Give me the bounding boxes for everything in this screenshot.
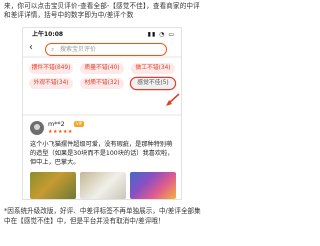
tag-quality-good[interactable]: 质量不错(40) [80, 63, 124, 74]
review-photo[interactable] [30, 172, 76, 199]
phone-screenshot: 上午10:08 ▮▮ ◔ ▭ ‹ ⌕ 搜索宝贝评价 摆件不错(849) 质量不错… [22, 27, 182, 200]
review-text: 这个小飞猫摆件超级可爱，没有瑕疵，是那种特别萌的造型（如果是30块而不是100块… [30, 141, 174, 166]
search-icon: ⌕ [51, 46, 55, 53]
red-arrow-icon [166, 93, 180, 106]
instruction-text: 来，你可以点击宝贝评价-查看全部-【感觉不佳】，查看商家的中评和差评详情，括号中… [4, 2, 200, 19]
search-placeholder: 搜索宝贝评价 [60, 46, 97, 53]
status-bar: 上午10:08 ▮▮ ◔ ▭ [23, 28, 181, 41]
review-photo[interactable] [80, 172, 126, 199]
avatar[interactable] [30, 121, 44, 135]
review-photos [30, 172, 176, 199]
status-time: 上午10:08 [32, 31, 64, 38]
system-upgrade-note: *因系统升级改版，好评、中差评标签不再单独展示，中/差评全部集中在【感觉不佳】中… [4, 207, 201, 225]
page: 来，你可以点击宝贝评价-查看全部-【感觉不佳】，查看商家的中评和差评详情，括号中… [0, 0, 204, 246]
review-search-input[interactable]: ⌕ 搜索宝贝评价 [45, 43, 167, 56]
tag-workmanship-good[interactable]: 做工不错(34) [131, 63, 175, 74]
tag-feels-bad[interactable]: 感觉不佳(5) [131, 78, 175, 89]
review-tags: 摆件不错(849) 质量不错(40) 做工不错(34) 外观不错(34) 材质不… [23, 58, 181, 114]
search-header: ‹ ⌕ 搜索宝贝评价 [23, 41, 181, 56]
review-photo[interactable] [130, 172, 176, 199]
review-card: m**2 VIP ★★★★★ 这个小飞猫摆件超级可爱，没有瑕疵，是那种特别萌的造… [23, 116, 181, 199]
tag-appearance-good[interactable]: 外观不错(34) [29, 78, 73, 89]
back-arrow-icon[interactable]: ‹ [29, 42, 33, 54]
rating-stars: ★★★★★ [48, 129, 73, 135]
status-icons: ▮▮ ◔ ▭ [147, 31, 175, 38]
tag-decor-good[interactable]: 摆件不错(849) [29, 63, 73, 74]
member-badge: VIP [74, 121, 84, 127]
reviewer-name: m**2 [48, 120, 65, 128]
tag-material-good[interactable]: 材质不错(32) [80, 78, 124, 89]
